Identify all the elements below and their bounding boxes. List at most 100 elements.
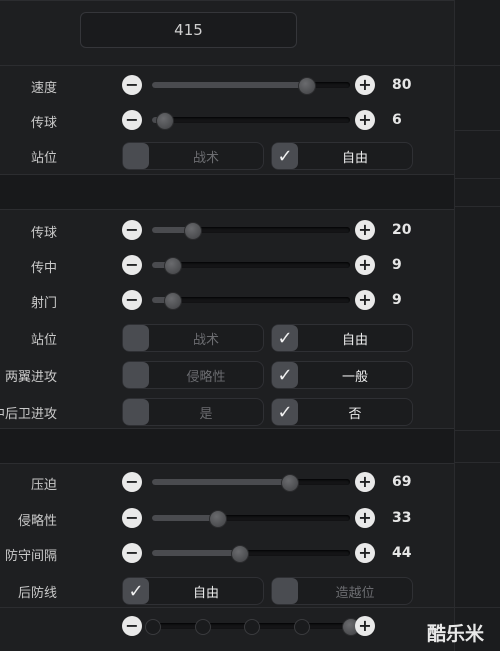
- slider-handle[interactable]: [183, 222, 202, 240]
- check-icon[interactable]: ✓: [272, 143, 298, 169]
- stepped-slider-row: − +: [0, 612, 454, 642]
- option-free[interactable]: ✓ 自由: [122, 577, 264, 605]
- minus-icon[interactable]: −: [122, 220, 142, 240]
- plus-icon[interactable]: +: [355, 255, 375, 275]
- step-dot[interactable]: [293, 619, 310, 635]
- right-divider: [455, 178, 500, 179]
- option-free[interactable]: ✓ 自由: [271, 142, 413, 170]
- toggle-label: 站位: [30, 151, 57, 166]
- option-label: 战术: [192, 151, 219, 166]
- toggle-row-defensive-line: 后防线 ✓ 自由 造越位: [0, 576, 454, 606]
- section-separator: [0, 174, 454, 210]
- checkbox-icon[interactable]: [123, 325, 149, 351]
- plus-icon[interactable]: +: [355, 110, 375, 130]
- checkbox-icon[interactable]: [123, 143, 149, 169]
- minus-icon[interactable]: −: [122, 616, 142, 636]
- slider-fill: [152, 82, 307, 88]
- option-offside-trap[interactable]: 造越位: [271, 577, 413, 605]
- plus-icon[interactable]: +: [355, 75, 375, 95]
- slider-track[interactable]: [152, 474, 350, 492]
- right-divider: [455, 462, 500, 463]
- option-aggressive[interactable]: 侵略性: [122, 361, 264, 389]
- slider-label: 速度: [30, 81, 57, 96]
- slider-handle[interactable]: [298, 77, 317, 95]
- option-label: 否: [348, 407, 362, 422]
- slider-row-crossing: 传中 − + 9: [0, 251, 454, 281]
- slider-label: 传球: [30, 226, 57, 241]
- top-value-field[interactable]: 415: [80, 12, 297, 48]
- slider-row-passing: 传球 − + 20: [0, 216, 454, 246]
- plus-icon[interactable]: +: [355, 220, 375, 240]
- minus-icon[interactable]: −: [122, 508, 142, 528]
- minus-icon[interactable]: −: [122, 290, 142, 310]
- right-divider: [455, 430, 500, 431]
- slider-track[interactable]: [152, 292, 350, 310]
- slider-label: 侵略性: [17, 514, 57, 529]
- toggle-row-centre-back-attack: 中后卫进攻 是 ✓ 否: [0, 397, 454, 427]
- section-separator: [0, 428, 454, 464]
- option-label: 自由: [341, 333, 368, 348]
- right-divider: [455, 607, 500, 608]
- option-no[interactable]: ✓ 否: [271, 398, 413, 426]
- stepped-slider-track[interactable]: [145, 618, 360, 636]
- step-dot[interactable]: [145, 619, 161, 635]
- checkbox-icon[interactable]: [123, 362, 149, 388]
- option-label: 造越位: [335, 586, 375, 601]
- slider-track[interactable]: [152, 112, 350, 130]
- tactics-panel: 415 速度 − + 80 传球 − + 6 站位 战术 ✓ 自由 传球 − +…: [0, 0, 500, 651]
- slider-row-passing: 传球 − + 6: [0, 106, 454, 136]
- plus-icon[interactable]: +: [355, 508, 375, 528]
- step-dot[interactable]: [194, 619, 211, 635]
- option-label: 是: [199, 407, 213, 422]
- toggle-label: 后防线: [17, 586, 57, 601]
- minus-icon[interactable]: −: [122, 110, 142, 130]
- option-normal[interactable]: ✓ 一般: [271, 361, 413, 389]
- plus-icon[interactable]: +: [355, 543, 375, 563]
- plus-icon[interactable]: +: [355, 472, 375, 492]
- toggle-label: 站位: [30, 333, 57, 348]
- slider-fill: [152, 479, 289, 485]
- slider-handle[interactable]: [163, 257, 182, 275]
- slider-handle[interactable]: [163, 292, 182, 310]
- right-divider: [455, 130, 500, 131]
- minus-icon[interactable]: −: [122, 543, 142, 563]
- right-divider: [455, 206, 500, 207]
- slider-fill: [152, 515, 218, 521]
- slider-label: 传中: [30, 261, 57, 276]
- slider-handle[interactable]: [280, 474, 299, 492]
- checkbox-icon[interactable]: [272, 578, 298, 604]
- right-divider: [455, 65, 500, 66]
- slider-row-speed: 速度 − + 80: [0, 71, 454, 101]
- slider-track[interactable]: [152, 545, 350, 563]
- checkbox-icon[interactable]: [123, 399, 149, 425]
- step-dot[interactable]: [244, 619, 260, 635]
- toggle-row-positioning: 站位 战术 ✓ 自由: [0, 141, 454, 171]
- check-icon[interactable]: ✓: [272, 399, 298, 425]
- slider-handle[interactable]: [155, 112, 174, 130]
- check-icon[interactable]: ✓: [272, 362, 298, 388]
- check-icon[interactable]: ✓: [272, 325, 298, 351]
- slider-handle[interactable]: [209, 510, 228, 528]
- minus-icon[interactable]: −: [122, 472, 142, 492]
- slider-track[interactable]: [152, 77, 350, 95]
- slider-label: 传球: [30, 116, 57, 131]
- slider-handle[interactable]: [231, 545, 250, 563]
- slider-value: 9: [392, 292, 402, 308]
- minus-icon[interactable]: −: [122, 75, 142, 95]
- slider-track[interactable]: [152, 222, 350, 240]
- option-free[interactable]: ✓ 自由: [271, 324, 413, 352]
- slider-row-aggression: 侵略性 − + 33: [0, 504, 454, 534]
- plus-icon[interactable]: +: [355, 616, 375, 636]
- slider-track[interactable]: [152, 510, 350, 528]
- plus-icon[interactable]: +: [355, 290, 375, 310]
- toggle-row-positioning: 站位 战术 ✓ 自由: [0, 323, 454, 353]
- option-yes[interactable]: 是: [122, 398, 264, 426]
- minus-icon[interactable]: −: [122, 255, 142, 275]
- divider: [0, 65, 454, 66]
- option-label: 战术: [192, 333, 219, 348]
- option-tactics[interactable]: 战术: [122, 142, 264, 170]
- check-icon[interactable]: ✓: [123, 578, 149, 604]
- slider-track[interactable]: [152, 257, 350, 275]
- slider-value: 44: [392, 545, 412, 561]
- option-tactics[interactable]: 战术: [122, 324, 264, 352]
